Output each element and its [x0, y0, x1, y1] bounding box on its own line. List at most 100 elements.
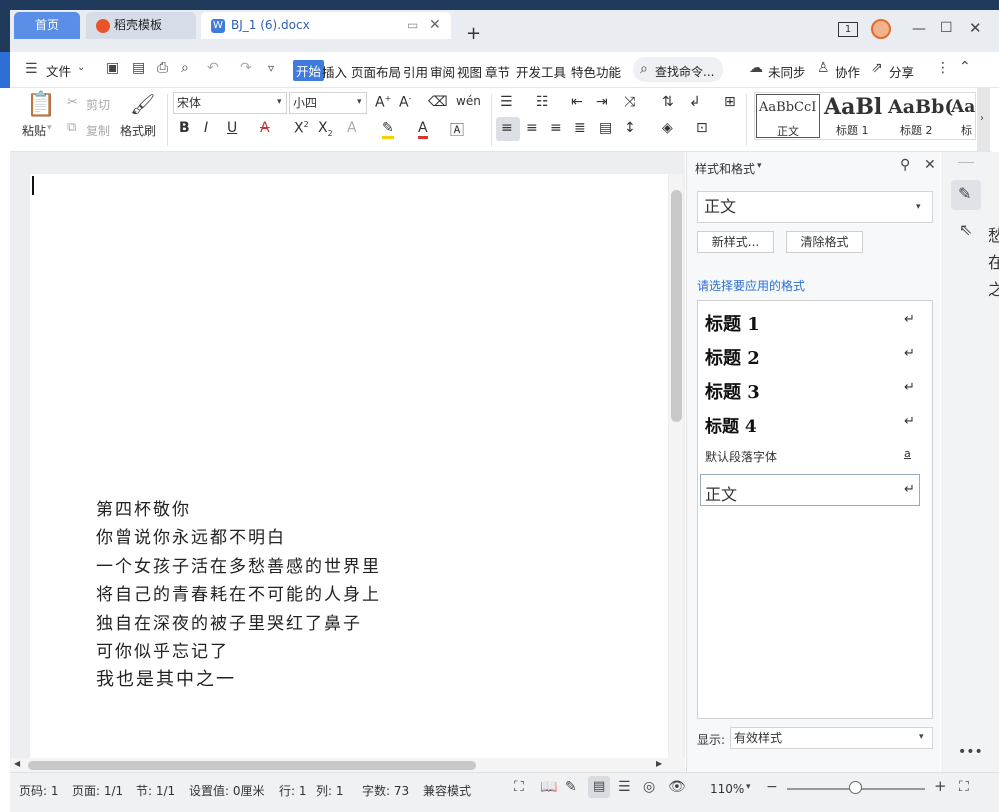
bullet-list-icon[interactable]: ☰ — [500, 94, 513, 110]
menu-chapter[interactable]: 章节 — [485, 62, 510, 81]
eraser-icon[interactable]: ⌫ — [428, 94, 448, 110]
poem-line[interactable]: 你曾说你永远都不明白 — [96, 523, 286, 548]
panel-close-icon[interactable]: ✕ — [924, 158, 936, 172]
close-window-icon[interactable]: ✕ — [969, 21, 982, 36]
menu-insert[interactable]: 插入 — [322, 62, 347, 81]
style-normal[interactable]: AaBbCcI 正文 — [756, 94, 820, 138]
style-item-default-font[interactable]: 默认段落字体 — [705, 448, 777, 465]
tab-home[interactable]: 首页 — [14, 12, 80, 39]
subscript-icon[interactable]: X2 — [318, 120, 333, 138]
align-center-icon[interactable]: ≡ — [526, 120, 538, 136]
poem-line[interactable]: 将自己的青春耗在不可能的人身上 — [96, 580, 381, 605]
poem-line[interactable]: 第四杯敬你 — [96, 495, 191, 520]
line-spacing-icon[interactable]: ↕ — [624, 120, 636, 136]
scissors-icon[interactable]: ✂ — [67, 96, 78, 109]
poem-line[interactable]: 可你似乎忘记了 — [96, 637, 229, 662]
new-style-button[interactable]: 新样式... — [697, 231, 774, 253]
save-icon[interactable]: ▣ — [106, 61, 119, 75]
text-effect-icon[interactable]: A — [347, 120, 357, 136]
justify-icon[interactable]: ≣ — [574, 120, 586, 136]
style-heading2[interactable]: AaBb( 标题 2 — [887, 94, 953, 138]
pin-icon[interactable]: ⚲ — [900, 158, 910, 172]
zoom-level[interactable]: 110% — [710, 782, 744, 796]
font-family-select[interactable]: 宋体 ▾ — [173, 92, 287, 114]
share-button[interactable]: 分享 — [889, 62, 914, 81]
poem-line[interactable]: 我也是其中之一 — [96, 665, 236, 691]
print-icon[interactable]: ⎙ — [157, 61, 168, 75]
export-icon[interactable]: ▤ — [132, 61, 145, 75]
paste-chevron-icon[interactable]: ▾ — [47, 124, 52, 133]
superscript-icon[interactable]: X2 — [294, 120, 309, 137]
menu-developer[interactable]: 开发工具 — [516, 62, 566, 81]
maximize-icon[interactable]: ☐ — [940, 21, 953, 35]
style-item-heading2[interactable]: 标题 2 — [705, 344, 760, 370]
print-preview-icon[interactable]: ⌕ — [181, 61, 189, 75]
more-icon[interactable]: ⋮ — [936, 61, 950, 75]
collapse-ribbon-icon[interactable]: ⌃ — [959, 60, 971, 74]
paste-icon[interactable]: 📋 — [26, 92, 56, 116]
status-page-number[interactable]: 页码: 1 — [19, 782, 59, 799]
distributed-icon[interactable]: ▤ — [599, 120, 612, 136]
fit-page-icon[interactable]: ⛶ — [959, 780, 969, 794]
eye-icon[interactable]: 👁 — [668, 780, 686, 794]
minimize-icon[interactable]: — — [912, 22, 926, 36]
sync-status[interactable]: 未同步 — [768, 62, 806, 81]
menu-layout[interactable]: 页面布局 — [351, 62, 401, 81]
phonetic-icon[interactable]: wén — [456, 94, 481, 108]
sort-icon[interactable]: ⇅ — [662, 94, 674, 110]
scroll-left-icon[interactable]: ◀ — [14, 760, 20, 768]
style-item-heading1[interactable]: 标题 1 — [705, 310, 760, 336]
fullscreen-icon[interactable]: ⛶ — [514, 780, 524, 794]
outdent-icon[interactable]: ⇤ — [571, 94, 583, 110]
indent-icon[interactable]: ⇥ — [596, 94, 608, 110]
style-heading3[interactable]: Aa 标 — [951, 94, 975, 138]
undo-icon[interactable]: ↶ — [207, 61, 219, 75]
style-heading1[interactable]: AaBl 标题 1 — [823, 94, 887, 138]
paste-button[interactable]: 粘贴 — [22, 122, 46, 139]
strikethrough-icon[interactable]: A — [260, 120, 270, 136]
font-size-select[interactable]: 小四 ▾ — [289, 92, 367, 114]
window-count-badge[interactable]: 1 — [838, 22, 858, 37]
web-view-icon[interactable]: ◎ — [643, 780, 655, 794]
more-chevron-icon[interactable]: ▿ — [268, 62, 274, 74]
pointer-icon[interactable]: ⇖ — [959, 222, 972, 238]
read-mode-icon[interactable]: 📖 — [540, 780, 557, 794]
status-row[interactable]: 行: 1 — [279, 782, 307, 799]
zoom-slider-thumb[interactable] — [849, 781, 862, 794]
tab-document[interactable]: W BJ_1 (6).docx ▭ ✕ — [201, 12, 451, 39]
panel-menu-chevron-icon[interactable]: ▾ — [757, 162, 762, 171]
status-word-count[interactable]: 字数: 73 — [362, 782, 409, 799]
poem-line[interactable]: 一个女孩子活在多愁善感的世界里 — [96, 552, 381, 577]
vertical-scroll-thumb[interactable] — [671, 190, 682, 422]
bold-icon[interactable]: B — [179, 120, 190, 136]
tab-template[interactable]: 稻壳模板 — [86, 12, 196, 39]
menu-features[interactable]: 特色功能 — [571, 62, 621, 81]
horizontal-scroll-thumb[interactable] — [28, 761, 476, 770]
menu-references[interactable]: 引用 — [403, 62, 428, 81]
copy-button[interactable]: 复制 — [86, 122, 110, 139]
font-color-icon[interactable]: A — [418, 120, 428, 139]
table-icon[interactable]: ⊞ — [724, 94, 736, 110]
cut-button[interactable]: 剪切 — [86, 96, 110, 113]
status-pages[interactable]: 页面: 1/1 — [72, 782, 123, 799]
poem-line[interactable]: 独自在深夜的被子里哭红了鼻子 — [96, 609, 362, 634]
style-item-heading3[interactable]: 标题 3 — [705, 378, 760, 404]
italic-icon[interactable]: I — [204, 120, 208, 136]
menu-view[interactable]: 视图 — [457, 62, 482, 81]
hamburger-icon[interactable]: ☰ — [25, 62, 38, 76]
copy-icon[interactable]: ⧉ — [67, 121, 76, 134]
monitor-icon[interactable]: ▭ — [407, 19, 418, 31]
redo-icon[interactable]: ↷ — [240, 61, 252, 75]
menu-start[interactable]: 开始 — [293, 60, 325, 81]
zoom-out-icon[interactable]: − — [766, 780, 778, 794]
align-right-icon[interactable]: ≡ — [550, 120, 562, 136]
shrink-font-icon[interactable]: A- — [399, 94, 411, 111]
menu-review[interactable]: 审阅 — [430, 62, 455, 81]
borders-icon[interactable]: ⊡ — [696, 120, 708, 136]
highlight-icon[interactable]: ✎ — [382, 120, 394, 139]
show-select[interactable]: 有效样式 ▾ — [730, 727, 933, 749]
current-style-select[interactable]: 正文 ▾ — [697, 191, 933, 223]
char-border-icon[interactable]: 🄰 — [450, 120, 464, 140]
menu-file[interactable]: 文件 — [46, 61, 71, 80]
write-mode-icon[interactable]: ✎ — [565, 780, 577, 794]
